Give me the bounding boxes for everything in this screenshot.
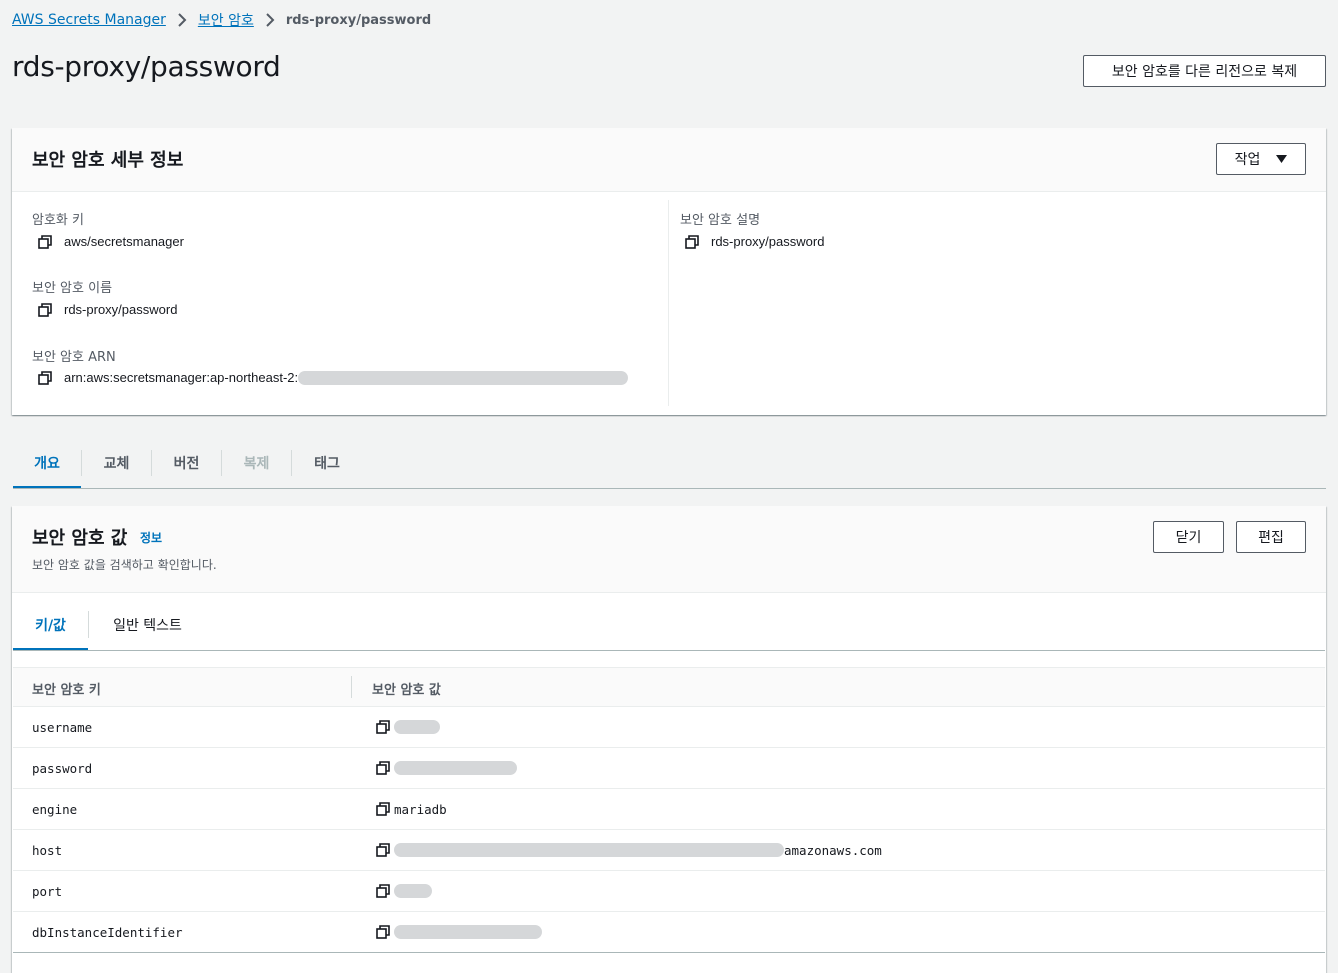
- column-header-value: 보안 암호 값: [372, 683, 441, 698]
- tab-plaintext[interactable]: 일반 텍스트: [89, 599, 206, 650]
- close-button[interactable]: 닫기: [1153, 521, 1224, 553]
- secret-value: [376, 925, 542, 939]
- encryption-key-label: 암호화 키: [32, 213, 84, 228]
- secret-key: dbInstanceIdentifier: [32, 924, 183, 940]
- secret-value: mariadb: [376, 802, 447, 817]
- table-header: 보안 암호 키 보안 암호 값: [13, 667, 1325, 706]
- table-row: dbInstanceIdentifier: [13, 911, 1325, 952]
- secret-value-text: amazonaws.com: [784, 842, 882, 858]
- breadcrumb-current: rds-proxy/password: [285, 12, 432, 28]
- secret-value: [376, 761, 517, 775]
- redacted-arn: [298, 370, 629, 385]
- table-row: username: [13, 706, 1325, 747]
- copy-icon[interactable]: [38, 371, 52, 385]
- secret-description-text: rds-proxy/password: [711, 234, 825, 249]
- column-header-key: 보안 암호 키: [32, 683, 101, 698]
- chevron-right-icon: [166, 13, 198, 27]
- secret-tabs: 개요 교체 버전 복제 태그: [13, 438, 362, 488]
- actions-label: 작업: [1234, 152, 1261, 168]
- secret-value: amazonaws.com: [376, 843, 882, 858]
- encryption-key-value: aws/secretsmanager: [38, 234, 184, 249]
- tab-rotation[interactable]: 교체: [82, 438, 151, 488]
- table-row: password: [13, 747, 1325, 788]
- breadcrumb-link-secrets-manager[interactable]: AWS Secrets Manager: [12, 12, 166, 28]
- copy-icon[interactable]: [376, 884, 390, 898]
- panel-title: 보안 암호 값: [32, 528, 128, 549]
- secret-key: username: [32, 719, 93, 735]
- copy-icon[interactable]: [685, 235, 699, 249]
- replicate-secret-button[interactable]: 보안 암호를 다른 리전으로 복제: [1083, 55, 1326, 87]
- secret-value-text: mariadb: [394, 801, 447, 817]
- table-row: port: [13, 870, 1325, 911]
- column-divider: [351, 676, 352, 698]
- secret-details-panel: 보안 암호 세부 정보 작업 암호화 키 aws/secretsmanager …: [12, 128, 1326, 415]
- secret-arn-text: arn:aws:secretsmanager:ap-northeast-2:: [64, 370, 299, 385]
- copy-icon[interactable]: [376, 843, 390, 857]
- redacted-value: [394, 843, 784, 857]
- secret-key: host: [32, 842, 63, 858]
- copy-icon[interactable]: [376, 761, 390, 775]
- copy-icon[interactable]: [376, 925, 390, 939]
- secret-description-label: 보안 암호 설명: [680, 213, 761, 228]
- secret-name-text: rds-proxy/password: [64, 302, 178, 317]
- copy-icon[interactable]: [38, 235, 52, 249]
- info-link[interactable]: 정보: [140, 529, 162, 546]
- panel-description: 보안 암호 값을 검색하고 확인합니다.: [32, 558, 217, 572]
- secret-key: port: [32, 883, 63, 899]
- secret-value: [376, 720, 440, 734]
- secret-description-value: rds-proxy/password: [685, 234, 824, 249]
- page-title: rds-proxy/password: [12, 50, 281, 83]
- chevron-right-icon: [254, 13, 286, 27]
- copy-icon[interactable]: [376, 802, 390, 816]
- copy-icon[interactable]: [38, 303, 52, 317]
- redacted-value: [394, 720, 440, 734]
- panel-title: 보안 암호 세부 정보: [32, 150, 184, 171]
- value-view-tabs: 키/값 일반 텍스트: [13, 599, 206, 650]
- copy-icon[interactable]: [376, 720, 390, 734]
- tab-versions[interactable]: 버전: [152, 438, 221, 488]
- panel-header: 보안 암호 세부 정보 작업: [12, 128, 1326, 192]
- edit-button[interactable]: 편집: [1236, 521, 1306, 553]
- secret-arn-value: arn:aws:secretsmanager:ap-northeast-2:: [38, 370, 629, 385]
- redacted-value: [394, 925, 542, 939]
- table-row: host amazonaws.com: [13, 829, 1325, 870]
- tab-key-value[interactable]: 키/값: [13, 599, 88, 650]
- table-row: engine mariadb: [13, 788, 1325, 829]
- secret-name-value: rds-proxy/password: [38, 302, 177, 317]
- secret-key: engine: [32, 801, 78, 817]
- encryption-key-text: aws/secretsmanager: [64, 234, 184, 249]
- redacted-value: [394, 761, 517, 775]
- column-divider: [668, 200, 669, 406]
- tab-replication: 복제: [243, 456, 270, 472]
- subtabs-underline: [13, 650, 1325, 651]
- breadcrumb-link-secrets[interactable]: 보안 암호: [198, 10, 254, 30]
- secret-value-panel: 보안 암호 값 정보 보안 암호 값을 검색하고 확인합니다. 닫기 편집 키/…: [12, 506, 1326, 973]
- secret-arn-label: 보안 암호 ARN: [32, 350, 116, 365]
- panel-header: 보안 암호 값 정보 보안 암호 값을 검색하고 확인합니다. 닫기 편집: [12, 506, 1326, 593]
- table-bottom-border: [13, 952, 1325, 953]
- secret-name-label: 보안 암호 이름: [32, 281, 113, 296]
- caret-down-icon: [1276, 155, 1288, 163]
- actions-dropdown-button[interactable]: 작업: [1216, 143, 1306, 175]
- tab-tags[interactable]: 태그: [292, 438, 362, 488]
- tab-overview[interactable]: 개요: [13, 438, 81, 488]
- tabs-underline: [13, 488, 1326, 489]
- redacted-value: [394, 884, 432, 898]
- breadcrumb: AWS Secrets Manager 보안 암호 rds-proxy/pass…: [12, 10, 431, 30]
- secret-key: password: [32, 760, 93, 776]
- secret-value: [376, 884, 432, 898]
